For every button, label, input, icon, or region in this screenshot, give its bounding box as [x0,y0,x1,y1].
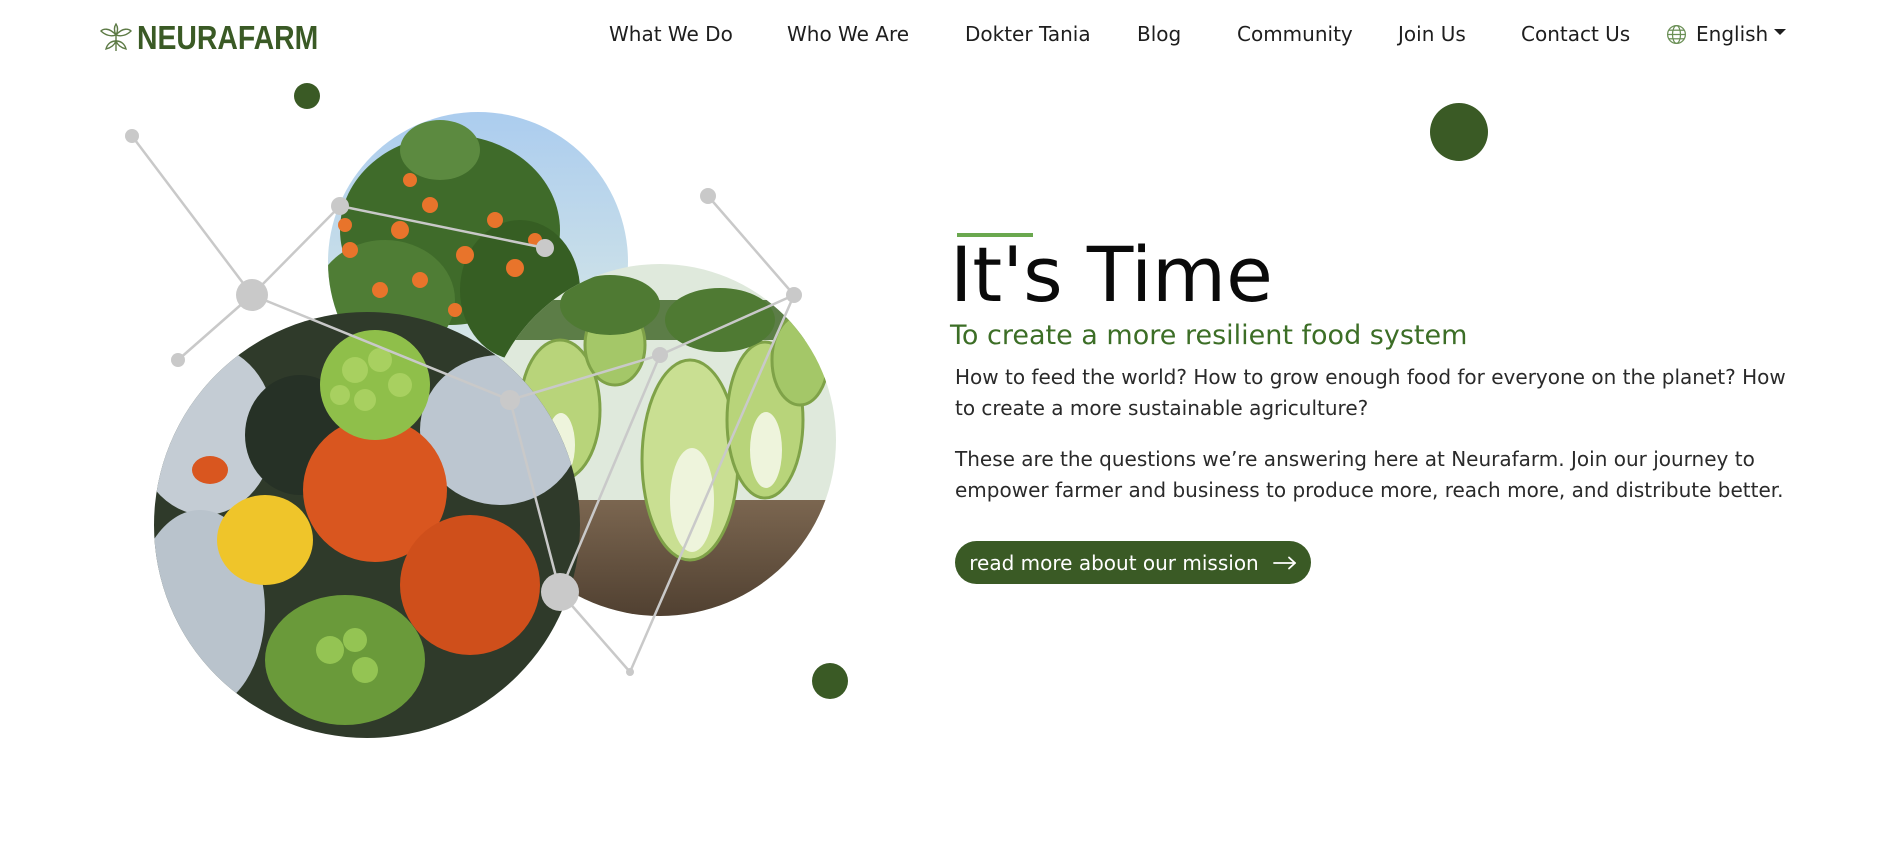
arrow-right-icon [1272,556,1296,569]
hero-paragraph-questions: How to feed the world? How to grow enoug… [955,365,1786,420]
page: NEURAFARM What We Do Who We Are Dokter T… [0,0,1895,861]
globe-icon [1667,24,1686,44]
nav-contact-us[interactable]: Contact Us [1521,16,1630,52]
cta-label: read more about our mission [969,550,1259,575]
nav-what-we-do[interactable]: What We Do [609,16,733,52]
nav-join-us[interactable]: Join Us [1398,16,1466,52]
nav-blog[interactable]: Blog [1137,16,1181,52]
decorative-dot [1430,103,1488,161]
chevron-down-icon [1774,29,1787,35]
language-selector[interactable]: English [1666,16,1787,52]
read-more-mission-button[interactable]: read more about our mission [955,541,1311,584]
hero-subtitle: To create a more resilient food system [950,320,1468,351]
language-label: English [1696,22,1769,46]
nav-community[interactable]: Community [1237,16,1353,52]
main-nav: What We Do Who We Are Dokter Tania Blog … [0,16,1895,52]
hero-illustration [125,112,836,738]
nav-who-we-are[interactable]: Who We Are [787,16,909,52]
nav-dokter-tania[interactable]: Dokter Tania [965,16,1091,52]
site-header: NEURAFARM What We Do Who We Are Dokter T… [0,0,1895,72]
hero-paragraph-mission: These are the questions we’re answering … [955,447,1784,502]
hero-title: It's Time [950,230,1273,319]
